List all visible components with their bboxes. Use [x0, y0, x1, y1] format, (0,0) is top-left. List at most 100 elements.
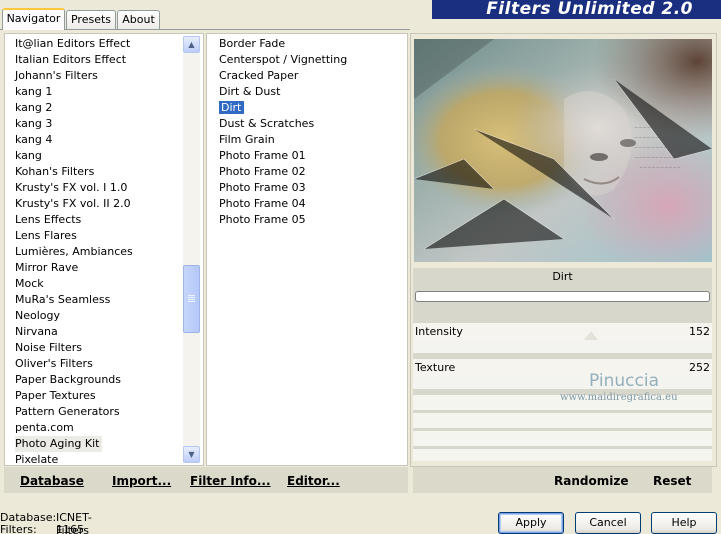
tab-navigator[interactable]: Navigator	[2, 8, 65, 30]
category-item[interactable]: Photo Aging Kit	[5, 436, 203, 452]
category-item[interactable]: Paper Backgrounds	[5, 372, 203, 388]
slider-thumb-icon[interactable]	[584, 331, 598, 340]
category-item[interactable]: Italian Editors Effect	[5, 52, 203, 68]
filter-item[interactable]: Centerspot / Vignetting	[217, 52, 407, 68]
editor-button[interactable]: Editor...	[287, 474, 340, 488]
category-item[interactable]: kang 4	[5, 132, 203, 148]
svg-text:~~~~~~~~~~~: ~~~~~~~~~~~	[634, 125, 680, 131]
empty-slot	[413, 413, 712, 428]
scroll-down-icon[interactable]: ▼	[183, 446, 200, 463]
category-label: Johann's Filters	[15, 69, 98, 82]
category-label: Pattern Generators	[15, 405, 120, 418]
filter-label: Film Grain	[219, 133, 275, 146]
intensity-slider[interactable]	[413, 331, 712, 353]
filter-label: Cracked Paper	[219, 69, 299, 82]
filter-label: Dust & Scratches	[219, 117, 315, 130]
watermark-url: www.maidiregrafica.eu	[560, 392, 678, 403]
category-item[interactable]: Johann's Filters	[5, 68, 203, 84]
category-label: kang 1	[15, 85, 53, 98]
category-scrollbar[interactable]: ▲ ▼	[183, 36, 200, 463]
category-item[interactable]: Pixelate	[5, 452, 203, 468]
category-item[interactable]: kang	[5, 148, 203, 164]
category-item[interactable]: Krusty's FX vol. I 1.0	[5, 180, 203, 196]
category-label: Oliver's Filters	[15, 357, 93, 370]
filter-item[interactable]: Cracked Paper	[217, 68, 407, 84]
category-item[interactable]: kang 1	[5, 84, 203, 100]
category-item[interactable]: Mock	[5, 276, 203, 292]
category-item[interactable]: Krusty's FX vol. II 2.0	[5, 196, 203, 212]
reset-button[interactable]: Reset	[653, 474, 691, 488]
filter-item[interactable]: Photo Frame 03	[217, 180, 407, 196]
category-item[interactable]: kang 3	[5, 116, 203, 132]
category-label: MuRa's Seamless	[15, 293, 111, 306]
category-label: Mock	[15, 277, 44, 290]
texture-slider[interactable]	[413, 377, 712, 389]
preview-image: ~~~~~~~~~~~ ~~~~~~~~~~~ ~~~~~~~~~~~ ~~~~…	[414, 39, 712, 262]
category-label: Noise Filters	[15, 341, 82, 354]
category-label: Krusty's FX vol. II 2.0	[15, 197, 131, 210]
texture-row: Texture 252	[413, 359, 712, 389]
category-label: Italian Editors Effect	[15, 53, 127, 66]
filter-list: Border Fade Centerspot / Vignetting Cracke…	[207, 34, 407, 228]
help-button[interactable]: Help	[651, 512, 717, 534]
filter-item[interactable]: Photo Frame 01	[217, 148, 407, 164]
category-item[interactable]: Kohan's Filters	[5, 164, 203, 180]
category-label: Kohan's Filters	[15, 165, 95, 178]
category-label: Lumières, Ambiances	[15, 245, 133, 258]
filter-item[interactable]: Photo Frame 04	[217, 196, 407, 212]
category-item[interactable]: Pattern Generators	[5, 404, 203, 420]
status-filters-label: Filters:	[0, 523, 37, 534]
category-label: Krusty's FX vol. I 1.0	[15, 181, 128, 194]
app-banner: Filters Unlimited 2.0	[412, 0, 721, 19]
category-item[interactable]: MuRa's Seamless	[5, 292, 203, 308]
database-button[interactable]: Database	[20, 474, 84, 488]
category-label: Paper Textures	[15, 389, 96, 402]
filter-label: Photo Frame 04	[219, 197, 306, 210]
category-label: kang 3	[15, 117, 53, 130]
category-item[interactable]: Mirror Rave	[5, 260, 203, 276]
apply-button[interactable]: Apply	[498, 512, 564, 534]
filter-item[interactable]: Dirt	[217, 100, 407, 116]
filter-item[interactable]: Film Grain	[217, 132, 407, 148]
category-item[interactable]: Lens Effects	[5, 212, 203, 228]
category-label: Photo Aging Kit	[15, 436, 103, 452]
left-toolbar: Database Import... Filter Info... Editor…	[4, 467, 408, 493]
texture-value: 252	[689, 361, 710, 374]
filter-item[interactable]: Dirt & Dust	[217, 84, 407, 100]
tab-presets[interactable]: Presets	[66, 10, 116, 29]
filter-item[interactable]: Photo Frame 02	[217, 164, 407, 180]
scroll-thumb[interactable]	[183, 265, 200, 333]
randomize-button[interactable]: Randomize	[554, 474, 628, 488]
category-item[interactable]: Noise Filters	[5, 340, 203, 356]
category-label: penta.com	[15, 421, 74, 434]
filter-label: Dirt	[219, 101, 245, 114]
scroll-up-icon[interactable]: ▲	[183, 36, 200, 53]
cancel-button[interactable]: Cancel	[575, 512, 641, 534]
category-item[interactable]: Neology	[5, 308, 203, 324]
category-item[interactable]: Nirvana	[5, 324, 203, 340]
filter-item[interactable]: Border Fade	[217, 36, 407, 52]
filter-label: Photo Frame 03	[219, 181, 306, 194]
tab-about[interactable]: About	[117, 10, 160, 29]
import-button[interactable]: Import...	[112, 474, 171, 488]
category-item[interactable]: Lens Flares	[5, 228, 203, 244]
status-filters-value: 1165	[56, 523, 84, 534]
category-item[interactable]: penta.com	[5, 420, 203, 436]
category-item[interactable]: Lumières, Ambiances	[5, 244, 203, 260]
category-label: Paper Backgrounds	[15, 373, 122, 386]
watermark-name: Pinuccia	[589, 371, 659, 391]
category-item[interactable]: Paper Textures	[5, 388, 203, 404]
filter-label: Dirt & Dust	[219, 85, 281, 98]
filter-label: Photo Frame 01	[219, 149, 306, 162]
category-item[interactable]: kang 2	[5, 100, 203, 116]
category-list: It@lian Editors Effect Italian Editors Ef…	[5, 34, 203, 468]
category-item[interactable]: It@lian Editors Effect	[5, 36, 203, 52]
category-label: kang 2	[15, 101, 53, 114]
svg-text:~~~~~~~~~~: ~~~~~~~~~~	[639, 165, 681, 171]
filter-label: Centerspot / Vignetting	[219, 53, 348, 66]
category-item[interactable]: Oliver's Filters	[5, 356, 203, 372]
filter-info-button[interactable]: Filter Info...	[190, 474, 271, 488]
filter-item[interactable]: Dust & Scratches	[217, 116, 407, 132]
category-label: Lens Flares	[15, 229, 77, 242]
filter-item[interactable]: Photo Frame 05	[217, 212, 407, 228]
